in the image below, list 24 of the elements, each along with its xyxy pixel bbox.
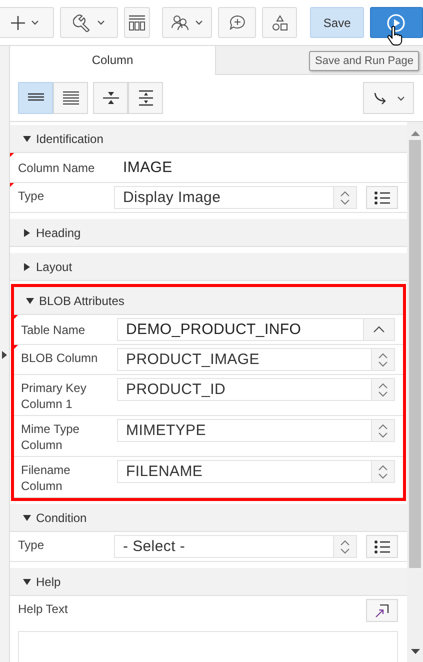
select-field[interactable]: - Select -: [114, 535, 357, 558]
section-header[interactable]: BLOB Attributes: [14, 287, 403, 315]
tooltip: Save and Run Page: [309, 51, 420, 71]
field-label: Mime Type Column: [21, 421, 80, 453]
section-header[interactable]: Identification: [10, 125, 407, 153]
select-field[interactable]: PRODUCT_IMAGE: [117, 348, 395, 371]
section-header[interactable]: Help: [10, 568, 407, 596]
section-header[interactable]: Layout: [10, 253, 407, 281]
select-field[interactable]: MIMETYPE: [117, 419, 395, 442]
section-header[interactable]: Condition: [10, 504, 407, 532]
select-field[interactable]: FILENAME: [117, 460, 395, 483]
field-label: Primary Key Column 1: [21, 380, 88, 412]
select-field[interactable]: Display Image: [114, 186, 357, 209]
select-field[interactable]: PRODUCT_ID: [117, 378, 395, 401]
field-label: Column Name: [18, 160, 96, 176]
save-button[interactable]: Save: [310, 7, 364, 38]
field-label: Type: [18, 188, 46, 204]
field-label: Filename Column: [21, 462, 72, 494]
lov-field[interactable]: DEMO_PRODUCT_INFO: [117, 318, 395, 341]
field-label: Help Text: [18, 601, 69, 617]
field-label: Type: [18, 537, 46, 553]
field-label: Table Name: [21, 322, 86, 338]
section-header[interactable]: Heading: [10, 219, 407, 247]
field-label: BLOB Column: [21, 350, 99, 366]
